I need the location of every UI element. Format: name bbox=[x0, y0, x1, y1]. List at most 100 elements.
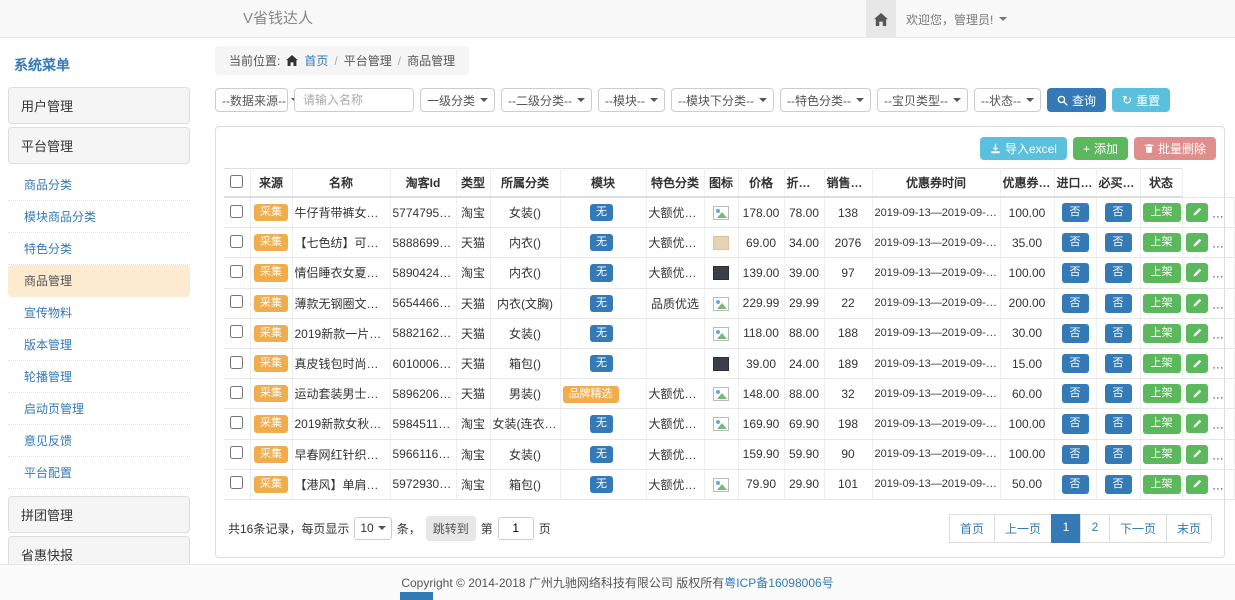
search-button[interactable]: 查询 bbox=[1047, 88, 1106, 112]
must-buy-toggle[interactable]: 否 bbox=[1105, 324, 1132, 343]
row-checkbox[interactable] bbox=[230, 235, 243, 248]
page-button[interactable]: 首页 bbox=[949, 514, 995, 543]
sidebar-submenu-item[interactable]: 模块商品分类 bbox=[8, 201, 190, 233]
edit-button[interactable] bbox=[1186, 294, 1208, 313]
status-badge[interactable]: 上架 bbox=[1143, 384, 1181, 403]
filter-select[interactable]: --二级分类-- bbox=[501, 88, 592, 112]
reset-button[interactable]: ↻ 重置 bbox=[1112, 88, 1170, 112]
delete-button[interactable] bbox=[1213, 414, 1234, 433]
must-buy-toggle[interactable]: 否 bbox=[1105, 203, 1132, 222]
sidebar-submenu-item[interactable]: 商品分类 bbox=[8, 169, 190, 201]
edit-button[interactable] bbox=[1186, 414, 1208, 433]
imported-toggle[interactable]: 否 bbox=[1062, 384, 1089, 403]
name-search-input[interactable] bbox=[294, 88, 414, 112]
delete-button[interactable] bbox=[1213, 324, 1234, 343]
select-all-checkbox[interactable] bbox=[230, 175, 243, 188]
filter-select[interactable]: --状态-- bbox=[974, 88, 1041, 112]
imported-toggle[interactable]: 否 bbox=[1062, 263, 1089, 282]
edit-button[interactable] bbox=[1186, 354, 1208, 373]
delete-button[interactable] bbox=[1213, 475, 1234, 494]
edit-button[interactable] bbox=[1186, 203, 1208, 222]
must-buy-toggle[interactable]: 否 bbox=[1105, 233, 1132, 252]
sidebar-group-item[interactable]: 用户管理 bbox=[8, 87, 190, 124]
filter-select[interactable]: --宝贝类型-- bbox=[877, 88, 968, 112]
status-badge[interactable]: 上架 bbox=[1143, 324, 1181, 343]
row-checkbox[interactable] bbox=[230, 416, 243, 429]
row-checkbox[interactable] bbox=[230, 265, 243, 278]
edit-button[interactable] bbox=[1186, 263, 1208, 282]
status-badge[interactable]: 上架 bbox=[1143, 354, 1181, 373]
status-badge[interactable]: 上架 bbox=[1143, 203, 1181, 222]
delete-button[interactable] bbox=[1213, 445, 1234, 464]
imported-toggle[interactable]: 否 bbox=[1062, 414, 1089, 433]
row-checkbox[interactable] bbox=[230, 356, 243, 369]
edit-button[interactable] bbox=[1186, 324, 1208, 343]
imported-toggle[interactable]: 否 bbox=[1062, 324, 1089, 343]
page-button[interactable]: 上一页 bbox=[994, 514, 1052, 543]
imported-toggle[interactable]: 否 bbox=[1062, 445, 1089, 464]
status-badge[interactable]: 上架 bbox=[1143, 233, 1181, 252]
row-checkbox[interactable] bbox=[230, 325, 243, 338]
import-excel-button[interactable]: 导入excel bbox=[980, 137, 1067, 160]
page-button[interactable]: 1 bbox=[1051, 514, 1081, 543]
delete-button[interactable] bbox=[1213, 354, 1234, 373]
sidebar-group-item[interactable]: 平台管理 bbox=[8, 127, 190, 164]
user-menu[interactable]: 欢迎您，管理员! bbox=[896, 0, 1017, 38]
must-buy-toggle[interactable]: 否 bbox=[1105, 414, 1132, 433]
filter-select[interactable]: --特色分类-- bbox=[780, 88, 871, 112]
edit-button[interactable] bbox=[1186, 233, 1208, 252]
imported-toggle[interactable]: 否 bbox=[1062, 233, 1089, 252]
sidebar-submenu-item[interactable]: 版本管理 bbox=[8, 329, 190, 361]
page-button[interactable]: 下一页 bbox=[1109, 514, 1167, 543]
jump-page-input[interactable] bbox=[498, 517, 534, 540]
status-badge[interactable]: 上架 bbox=[1143, 475, 1181, 494]
delete-button[interactable] bbox=[1213, 294, 1234, 313]
page-button[interactable]: 末页 bbox=[1166, 514, 1212, 543]
home-button[interactable] bbox=[866, 0, 896, 38]
must-buy-toggle[interactable]: 否 bbox=[1105, 445, 1132, 464]
row-checkbox[interactable] bbox=[230, 386, 243, 399]
must-buy-toggle[interactable]: 否 bbox=[1105, 294, 1132, 313]
edit-button[interactable] bbox=[1186, 445, 1208, 464]
must-buy-toggle[interactable]: 否 bbox=[1105, 354, 1132, 373]
filter-select[interactable]: 一级分类 bbox=[420, 88, 495, 112]
filter-select[interactable]: --模块-- bbox=[598, 88, 665, 112]
sidebar-submenu-item[interactable]: 平台配置 bbox=[8, 457, 190, 489]
page-button[interactable]: 2 bbox=[1080, 514, 1110, 543]
imported-toggle[interactable]: 否 bbox=[1062, 354, 1089, 373]
add-button[interactable]: + 添加 bbox=[1073, 137, 1128, 160]
breadcrumb-home-link[interactable]: 首页 bbox=[304, 52, 328, 69]
must-buy-toggle[interactable]: 否 bbox=[1105, 263, 1132, 282]
sidebar-submenu-item[interactable]: 宣传物料 bbox=[8, 297, 190, 329]
batch-delete-button[interactable]: 批量删除 bbox=[1134, 137, 1216, 160]
status-badge[interactable]: 上架 bbox=[1143, 263, 1181, 282]
status-badge[interactable]: 上架 bbox=[1143, 445, 1181, 464]
jump-button[interactable]: 跳转到 bbox=[426, 516, 476, 541]
must-buy-toggle[interactable]: 否 bbox=[1105, 475, 1132, 494]
filter-select[interactable]: --模块下分类-- bbox=[671, 88, 774, 112]
delete-button[interactable] bbox=[1213, 384, 1234, 403]
sidebar-submenu-item[interactable]: 启动页管理 bbox=[8, 393, 190, 425]
icp-link[interactable]: 粤ICP备16098006号 bbox=[724, 574, 833, 591]
row-checkbox[interactable] bbox=[230, 205, 243, 218]
filter-select-data-source[interactable]: --数据来源-- bbox=[215, 88, 288, 112]
row-checkbox[interactable] bbox=[230, 446, 243, 459]
edit-button[interactable] bbox=[1186, 475, 1208, 494]
row-checkbox[interactable] bbox=[230, 295, 243, 308]
imported-toggle[interactable]: 否 bbox=[1062, 294, 1089, 313]
imported-toggle[interactable]: 否 bbox=[1062, 203, 1089, 222]
status-badge[interactable]: 上架 bbox=[1143, 294, 1181, 313]
delete-button[interactable] bbox=[1213, 233, 1234, 252]
delete-button[interactable] bbox=[1213, 203, 1234, 222]
imported-toggle[interactable]: 否 bbox=[1062, 475, 1089, 494]
sidebar-submenu-item[interactable]: 轮播管理 bbox=[8, 361, 190, 393]
sidebar-submenu-item[interactable]: 特色分类 bbox=[8, 233, 190, 265]
delete-button[interactable] bbox=[1213, 263, 1234, 282]
sidebar-submenu-item[interactable]: 商品管理 bbox=[8, 265, 190, 297]
edit-button[interactable] bbox=[1186, 384, 1208, 403]
sidebar-group-item[interactable]: 省惠快报 bbox=[8, 536, 190, 565]
sidebar-group-item[interactable]: 拼团管理 bbox=[8, 496, 190, 533]
sidebar-submenu-item[interactable]: 意见反馈 bbox=[8, 425, 190, 457]
must-buy-toggle[interactable]: 否 bbox=[1105, 384, 1132, 403]
page-size-select[interactable]: 10 bbox=[354, 517, 391, 540]
